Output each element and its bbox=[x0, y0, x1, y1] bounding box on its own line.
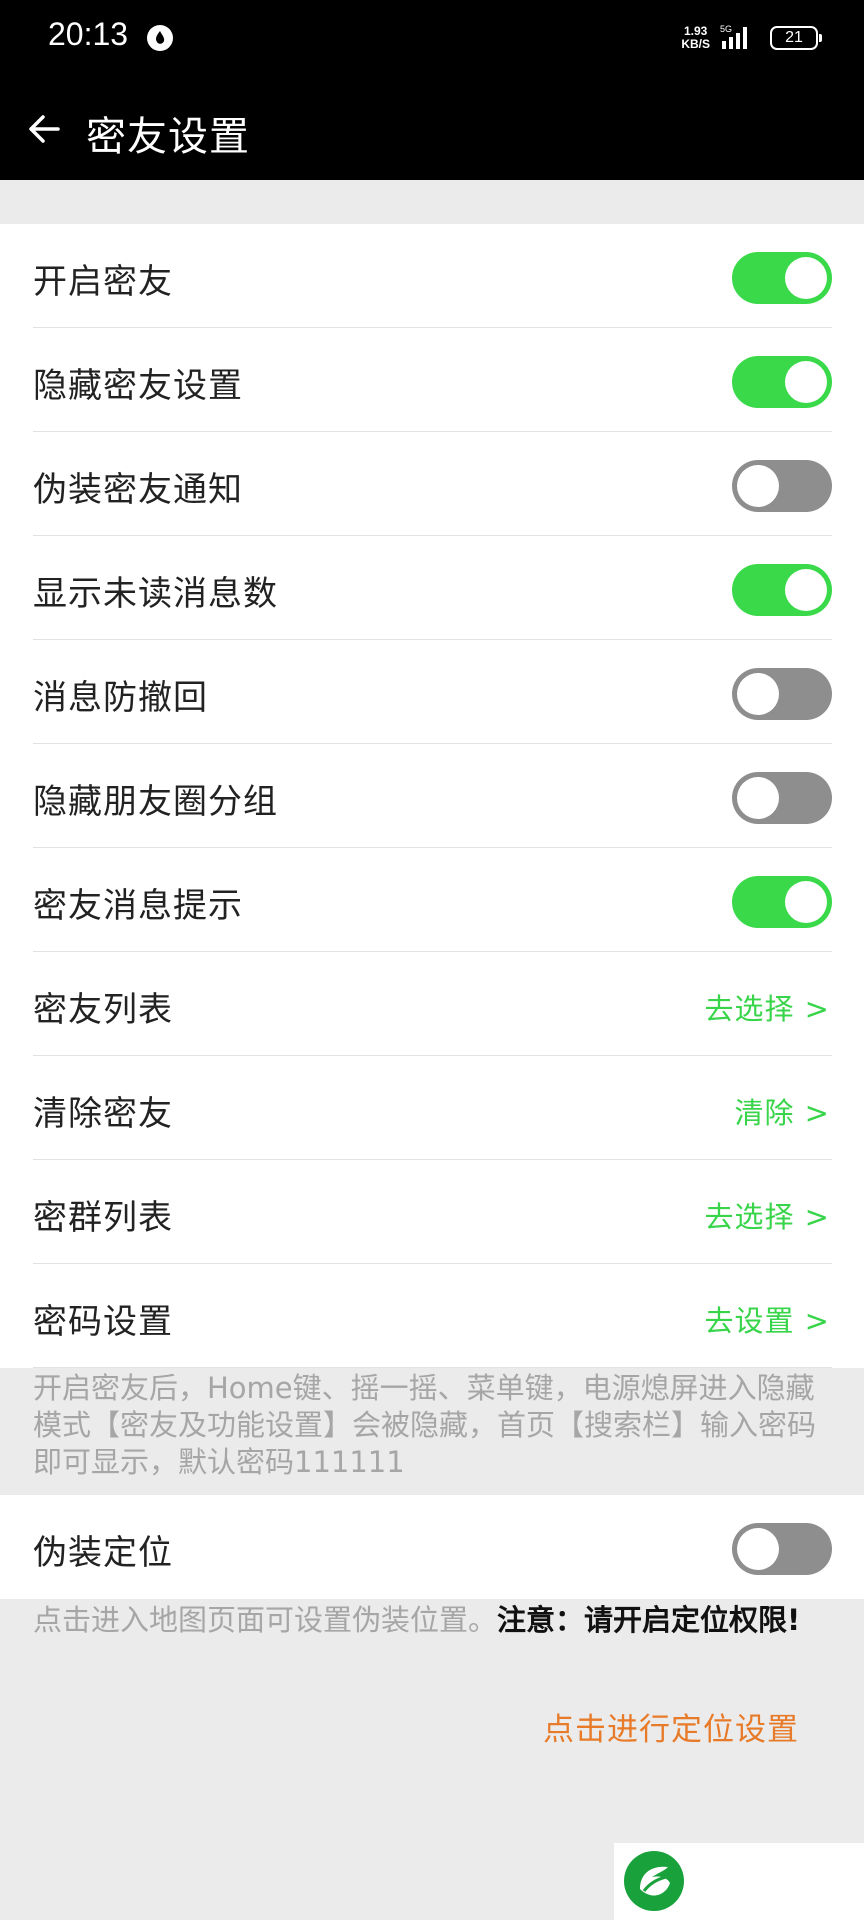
back-arrow-icon[interactable] bbox=[24, 109, 64, 149]
setting-action-link[interactable]: 去选择 > bbox=[704, 986, 830, 1028]
setting-row[interactable]: 显示未读消息数 bbox=[0, 536, 864, 640]
setting-toggle[interactable] bbox=[732, 356, 832, 408]
setting-row[interactable]: 密群列表 去选择 > bbox=[0, 1160, 864, 1264]
page-title: 密友设置 bbox=[86, 114, 250, 160]
location-note: 点击进入地图页面可设置伪装位置。注意：请开启定位权限! bbox=[33, 1603, 801, 1637]
toggle-knob bbox=[737, 465, 779, 507]
network-type: 5G bbox=[720, 24, 732, 34]
setting-label: 显示未读消息数 bbox=[33, 574, 278, 614]
setting-label: 密友消息提示 bbox=[33, 886, 243, 926]
toggle-knob bbox=[737, 777, 779, 819]
toggle-knob bbox=[785, 361, 827, 403]
toggle-knob bbox=[785, 881, 827, 923]
setting-action-link[interactable]: 清除 > bbox=[734, 1090, 830, 1132]
setting-label: 密友列表 bbox=[33, 990, 173, 1030]
location-toggle[interactable] bbox=[732, 1523, 832, 1575]
status-bar: 20:13 1.93 KB/S 5G 21 bbox=[0, 0, 864, 74]
location-label: 伪装定位 bbox=[33, 1533, 173, 1573]
toggle-knob bbox=[785, 257, 827, 299]
setting-row[interactable]: 密码设置 去设置 > bbox=[0, 1264, 864, 1368]
setting-toggle[interactable] bbox=[732, 876, 832, 928]
setting-label: 隐藏密友设置 bbox=[33, 366, 243, 406]
setting-row[interactable]: 消息防撤回 bbox=[0, 640, 864, 744]
location-row[interactable]: 伪装定位 bbox=[0, 1495, 864, 1599]
setting-label: 密码设置 bbox=[33, 1302, 173, 1342]
location-section: 伪装定位 bbox=[0, 1495, 864, 1599]
divider bbox=[33, 1367, 832, 1368]
setting-toggle[interactable] bbox=[732, 668, 832, 720]
setting-label: 消息防撤回 bbox=[33, 678, 208, 718]
setting-toggle[interactable] bbox=[732, 252, 832, 304]
setting-row[interactable]: 开启密友 bbox=[0, 224, 864, 328]
setting-row[interactable]: 隐藏朋友圈分组 bbox=[0, 744, 864, 848]
setting-toggle[interactable] bbox=[732, 564, 832, 616]
setting-label: 密群列表 bbox=[33, 1198, 173, 1238]
toggle-knob bbox=[785, 569, 827, 611]
status-time: 20:13 bbox=[48, 16, 129, 52]
toggle-knob bbox=[737, 1528, 779, 1570]
setting-toggle[interactable] bbox=[732, 772, 832, 824]
location-settings-link[interactable]: 点击进行定位设置 bbox=[543, 1704, 799, 1749]
battery-icon: 21 bbox=[770, 26, 822, 50]
brand-logo bbox=[614, 1843, 864, 1920]
setting-row[interactable]: 密友列表 去选择 > bbox=[0, 952, 864, 1056]
toggle-knob bbox=[737, 673, 779, 715]
network-speed: 1.93 KB/S bbox=[681, 24, 710, 51]
setting-toggle[interactable] bbox=[732, 460, 832, 512]
status-right: 1.93 KB/S 5G 21 bbox=[681, 20, 822, 56]
setting-row[interactable]: 隐藏密友设置 bbox=[0, 328, 864, 432]
hidden-mode-note: 开启密友后，Home键、摇一摇、菜单键，电源熄屏进入隐藏模式【密友及功能设置】会… bbox=[33, 1371, 817, 1479]
app-notification-icon bbox=[147, 25, 173, 51]
signal-icon: 5G bbox=[720, 24, 747, 49]
setting-label: 伪装密友通知 bbox=[33, 470, 243, 510]
setting-row[interactable]: 清除密友 清除 > bbox=[0, 1056, 864, 1160]
setting-action-link[interactable]: 去设置 > bbox=[704, 1298, 830, 1340]
settings-list: 开启密友隐藏密友设置 伪装密友通知 显示未读消息数 消息防撤回隐藏朋友圈分组 密友消息提… bbox=[0, 224, 864, 1368]
title-bar: 密友设置 bbox=[0, 74, 864, 180]
setting-label: 开启密友 bbox=[33, 262, 173, 302]
setting-label: 清除密友 bbox=[33, 1094, 173, 1134]
setting-action-link[interactable]: 去选择 > bbox=[704, 1194, 830, 1236]
leaf-logo-icon bbox=[624, 1851, 684, 1911]
setting-label: 隐藏朋友圈分组 bbox=[33, 782, 278, 822]
setting-row[interactable]: 伪装密友通知 bbox=[0, 432, 864, 536]
setting-row[interactable]: 密友消息提示 bbox=[0, 848, 864, 952]
